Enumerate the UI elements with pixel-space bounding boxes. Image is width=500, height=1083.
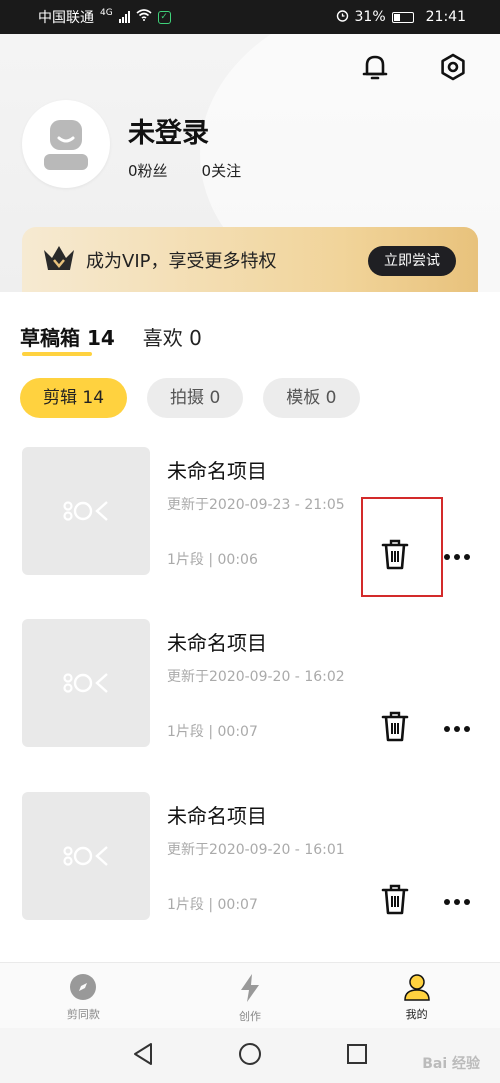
alarm-icon [336, 9, 349, 26]
bell-icon[interactable] [357, 49, 393, 85]
network-label: 4G [100, 8, 113, 18]
placeholder-logo-icon [63, 846, 108, 866]
active-tab-indicator [22, 352, 92, 356]
bottom-nav: 剪同款 创作 我的 [0, 962, 500, 1028]
draft-thumbnail[interactable] [22, 447, 150, 575]
chip-template[interactable]: 模板 0 [263, 378, 360, 418]
crown-icon [42, 244, 76, 276]
chip-shoot[interactable]: 拍摄 0 [147, 378, 244, 418]
nav-label: 创作 [239, 1010, 261, 1023]
nav-label: 剪同款 [66, 1008, 100, 1021]
default-avatar-icon [44, 120, 88, 170]
draft-thumbnail[interactable] [22, 619, 150, 747]
nav-label: 我的 [405, 1008, 428, 1021]
draft-title: 未命名项目 [167, 459, 267, 483]
content-tabs: 草稿箱 14 喜欢 0 [20, 322, 202, 351]
fans-count[interactable]: 0粉丝 [128, 160, 168, 181]
draft-title: 未命名项目 [167, 631, 267, 655]
more-options-icon[interactable] [442, 892, 472, 905]
wifi-icon [136, 9, 152, 25]
placeholder-logo-icon [63, 673, 108, 693]
nav-item-create[interactable]: 创作 [167, 963, 334, 1028]
draft-meta: 1片段 | 00:06 [167, 552, 258, 568]
trash-icon[interactable] [380, 709, 410, 743]
user-icon [403, 974, 430, 1001]
draft-updated: 更新于2020-09-20 - 16:01 [167, 842, 345, 858]
battery-percent: 31% [354, 9, 386, 25]
follow-stats: 0粉丝 0关注 [128, 160, 241, 181]
placeholder-logo-icon [63, 501, 108, 521]
draft-meta: 1片段 | 00:07 [167, 897, 258, 913]
draft-thumbnail[interactable] [22, 792, 150, 920]
status-bar: 中国联通 4G ✓ 31% 21:41 [0, 0, 500, 34]
back-icon[interactable] [132, 1042, 154, 1070]
highlight-box [361, 497, 443, 597]
filter-chips: 剪辑 14 拍摄 0 模板 0 [20, 378, 360, 418]
carrier-label: 中国联通 [38, 10, 94, 26]
clock: 21:41 [425, 9, 466, 25]
battery-icon [391, 11, 414, 23]
draft-title: 未命名项目 [167, 804, 267, 828]
vip-text: 成为VIP，享受更多特权 [86, 250, 277, 272]
app-notification-icon: ✓ [157, 10, 171, 24]
nav-item-template[interactable]: 剪同款 [0, 963, 167, 1028]
following-count[interactable]: 0关注 [202, 160, 242, 181]
more-options-icon[interactable] [442, 719, 472, 732]
draft-updated: 更新于2020-09-20 - 16:02 [167, 669, 345, 685]
draft-item[interactable]: 未命名项目 更新于2020-09-20 - 16:01 1片段 | 00:07 [22, 792, 478, 922]
recents-icon[interactable] [346, 1043, 368, 1069]
chip-edit[interactable]: 剪辑 14 [20, 378, 128, 418]
status-left: 中国联通 4G ✓ [38, 7, 171, 27]
nav-item-me[interactable]: 我的 [333, 963, 500, 1028]
draft-meta: 1片段 | 00:07 [167, 724, 258, 740]
tab-drafts[interactable]: 草稿箱 14 [20, 322, 115, 351]
home-icon[interactable] [238, 1042, 262, 1070]
username[interactable]: 未登录 [128, 111, 209, 150]
more-options-icon[interactable] [442, 547, 472, 560]
signal-icon [118, 11, 130, 23]
lightning-icon [241, 974, 259, 1002]
settings-icon[interactable] [435, 49, 471, 85]
compass-icon [70, 974, 97, 1000]
vip-try-button[interactable]: 立即尝试 [368, 246, 456, 276]
tab-likes[interactable]: 喜欢 0 [143, 322, 202, 351]
status-right: 31% 21:41 [336, 9, 466, 26]
draft-item[interactable]: 未命名项目 更新于2020-09-20 - 16:02 1片段 | 00:07 [22, 619, 478, 749]
system-nav-bar: Bai 经验 [0, 1028, 500, 1083]
avatar[interactable] [22, 100, 110, 188]
trash-icon[interactable] [380, 882, 410, 916]
vip-banner[interactable]: 成为VIP，享受更多特权 立即尝试 [22, 227, 478, 292]
draft-updated: 更新于2020-09-23 - 21:05 [167, 497, 345, 513]
watermark: Bai 经验 [422, 1056, 480, 1072]
